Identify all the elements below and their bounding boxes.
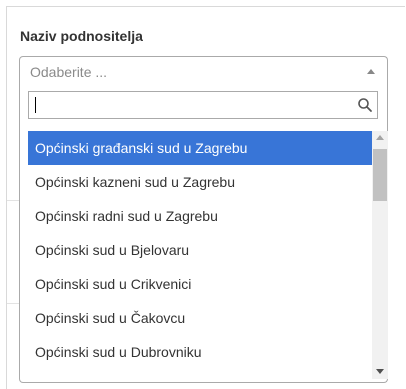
option-item[interactable]: Općinski radni sud u Zagrebu <box>28 199 372 233</box>
option-item[interactable]: Općinski građanski sud u Zagrebu <box>28 131 372 165</box>
option-item[interactable]: Općinski sud u Dubrovniku <box>28 335 372 369</box>
option-item[interactable]: Općinski sud u Crikvenici <box>28 267 372 301</box>
scroll-up-arrow-icon[interactable] <box>376 135 384 140</box>
court-select[interactable]: Odaberite ... <box>19 56 388 88</box>
select-placeholder: Odaberite ... <box>30 64 108 80</box>
field-label: Naziv podnositelja <box>20 28 143 44</box>
text-caret <box>35 97 36 113</box>
option-item[interactable]: Općinski sud u Bjelovaru <box>28 233 372 267</box>
select-dropdown: Općinski građanski sud u Zagrebu Općinski… <box>19 87 388 383</box>
options-list: Općinski građanski sud u Zagrebu Općinski… <box>28 131 378 379</box>
chevron-up-icon[interactable] <box>367 69 375 74</box>
page: Naziv podnositelja Odaberite ... Općinsk… <box>0 0 406 389</box>
options-scrollbar[interactable] <box>372 131 388 379</box>
option-item[interactable]: Općinski sud u Čakovcu <box>28 301 372 335</box>
option-item[interactable]: Općinski kazneni sud u Zagrebu <box>28 165 372 199</box>
scroll-down-arrow-icon[interactable] <box>376 369 384 374</box>
scrollbar-thumb[interactable] <box>373 149 387 201</box>
search-icon <box>358 98 372 112</box>
search-input[interactable] <box>28 91 378 119</box>
